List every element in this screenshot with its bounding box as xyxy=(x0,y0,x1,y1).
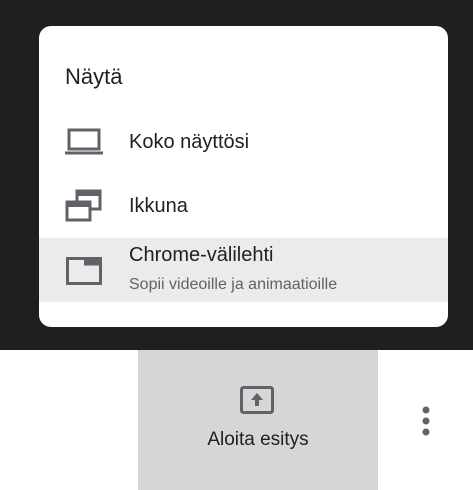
menu-item-chrome-tab[interactable]: Chrome-välilehti Sopii videoille ja anim… xyxy=(39,238,448,302)
menu-item-window[interactable]: Ikkuna xyxy=(39,174,448,238)
present-to-all-icon xyxy=(240,386,274,414)
menu-title: Näytä xyxy=(65,64,123,89)
laptop-icon xyxy=(65,128,103,155)
more-options-button[interactable] xyxy=(412,401,440,441)
menu-item-entire-screen[interactable]: Koko näyttösi xyxy=(39,110,448,174)
window-icon xyxy=(65,189,102,222)
more-vert-icon xyxy=(422,406,430,436)
cast-source-menu: Näytä Koko näyttösi Ikkuna Chrome-välile… xyxy=(39,26,448,327)
menu-item-label: Ikkuna xyxy=(129,195,188,217)
browser-tab-icon xyxy=(66,257,102,285)
menu-item-sublabel: Sopii videoille ja animaatioille xyxy=(129,276,338,293)
start-presenting-label: Aloita esitys xyxy=(207,429,309,450)
start-presenting-button[interactable]: Aloita esitys xyxy=(138,350,378,490)
menu-item-label: Koko näyttösi xyxy=(129,131,250,153)
menu-item-label: Chrome-välilehti xyxy=(129,244,274,266)
